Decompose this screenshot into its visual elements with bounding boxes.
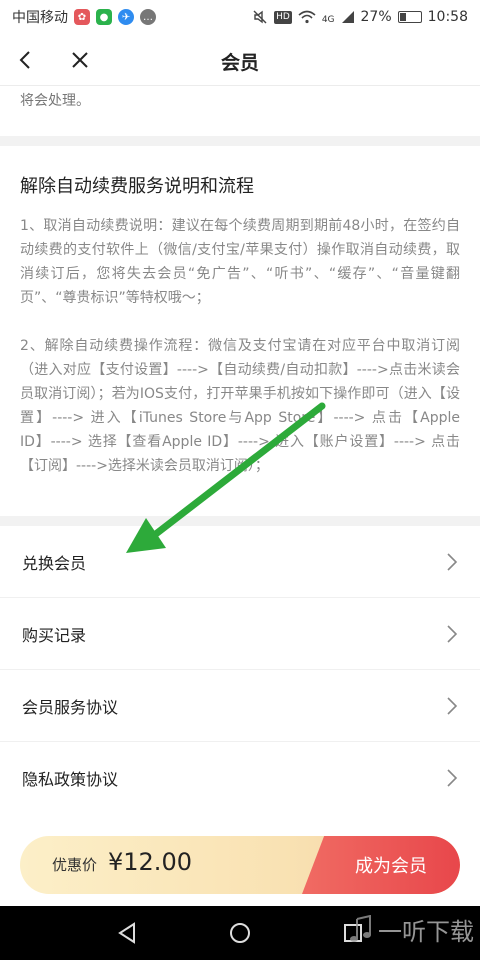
mute-icon bbox=[253, 10, 267, 24]
chevron-right-icon bbox=[447, 624, 458, 643]
menu-item-label: 会员服务协议 bbox=[22, 697, 119, 717]
menu-item-service-agreement[interactable]: 会员服务协议 bbox=[0, 670, 480, 742]
wechat-icon: ● bbox=[96, 9, 112, 25]
battery-percent: 27% bbox=[360, 9, 392, 25]
status-bar: 中国移动 ✿ ● ✈ … HD 4G 27% 10:58 bbox=[0, 0, 480, 34]
battery-icon bbox=[397, 11, 422, 23]
watermark: 一听下载 bbox=[348, 912, 474, 947]
info-paragraph-2: 2、解除自动续费操作流程：微信及支付宝请在对应平台中取消订阅（进入对应【支付设置… bbox=[20, 338, 460, 474]
become-member-button[interactable]: 成为会员 bbox=[302, 836, 460, 894]
price-value: ¥12.00 bbox=[108, 848, 192, 876]
menu-item-label: 购买记录 bbox=[22, 625, 87, 645]
chevron-right-icon bbox=[447, 552, 458, 571]
intro-card: 将会处理。 bbox=[0, 86, 480, 136]
network-type-label: 4G bbox=[321, 15, 335, 25]
info-paragraph-1: 1、取消自动续费说明：建议在每个续费周期到期前48小时，在签约自动续费的支付软件… bbox=[20, 218, 460, 306]
purchase-area: 优惠价 ¥12.00 成为会员 bbox=[0, 822, 480, 906]
carrier-label: 中国移动 bbox=[12, 10, 68, 26]
music-note-icon bbox=[350, 914, 371, 942]
auto-renew-info-card: 解除自动续费服务说明和流程 1、取消自动续费说明：建议在每个续费周期到期前48小… bbox=[0, 146, 480, 516]
clock: 10:58 bbox=[427, 9, 468, 25]
member-menu: 兑换会员 购买记录 会员服务协议 隐私政策协议 bbox=[0, 526, 480, 822]
chat-bubble-icon: … bbox=[140, 9, 156, 25]
message-app-icon: ✈ bbox=[118, 9, 134, 25]
chevron-right-icon bbox=[447, 696, 458, 715]
signal-icon bbox=[341, 11, 354, 23]
intro-tail-text: 将会处理。 bbox=[20, 93, 90, 109]
menu-item-label: 兑换会员 bbox=[22, 553, 87, 573]
app-notification-icon: ✿ bbox=[74, 9, 90, 25]
menu-item-label: 隐私政策协议 bbox=[22, 770, 119, 789]
page-title: 会员 bbox=[220, 52, 259, 74]
menu-item-purchase-history[interactable]: 购买记录 bbox=[0, 598, 480, 670]
info-title: 解除自动续费服务说明和流程 bbox=[20, 176, 254, 197]
wifi-icon bbox=[298, 10, 316, 24]
hd-badge: HD bbox=[274, 10, 292, 24]
nav-bar: 会员 bbox=[0, 34, 480, 86]
circle-home-icon bbox=[229, 923, 250, 943]
system-back-button[interactable] bbox=[107, 913, 147, 953]
status-right: HD 4G 27% 10:58 bbox=[252, 9, 468, 25]
status-left: 中国移动 ✿ ● ✈ … bbox=[12, 7, 156, 27]
menu-item-redeem[interactable]: 兑换会员 bbox=[0, 526, 480, 598]
chevron-right-icon bbox=[447, 769, 458, 787]
price-label: 优惠价 bbox=[52, 856, 98, 874]
price-bar: 优惠价 ¥12.00 成为会员 bbox=[20, 836, 460, 894]
triangle-back-icon bbox=[117, 922, 135, 944]
watermark-text: 一听下载 bbox=[378, 918, 474, 946]
menu-item-privacy-policy[interactable]: 隐私政策协议 bbox=[0, 742, 480, 814]
system-home-button[interactable] bbox=[220, 913, 260, 953]
